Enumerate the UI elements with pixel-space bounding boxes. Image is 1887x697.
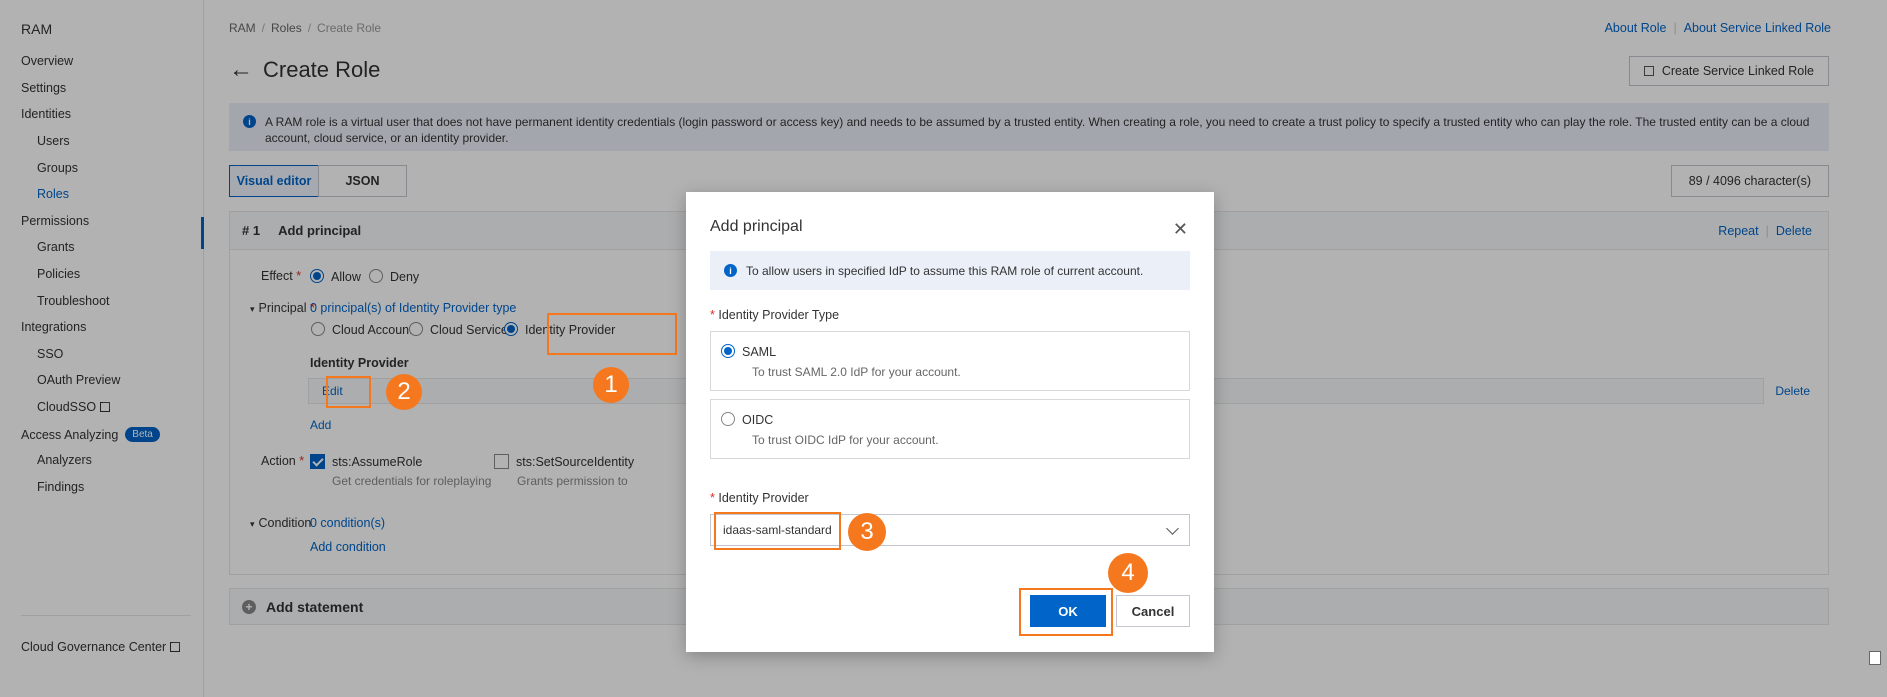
identity-provider-label: * Identity Provider xyxy=(710,491,809,505)
modal-title: Add principal xyxy=(710,218,803,235)
step-badge-3: 3 xyxy=(848,513,886,551)
modal-notice-text: To allow users in specified IdP to assum… xyxy=(746,263,1144,278)
chevron-down-icon xyxy=(1166,522,1179,535)
step-badge-2: 2 xyxy=(386,374,422,410)
highlight-idp-select xyxy=(714,512,841,550)
radio-icon xyxy=(721,412,735,426)
step-badge-1: 1 xyxy=(593,367,629,403)
document-icon[interactable] xyxy=(1869,651,1881,665)
highlight-identity-provider xyxy=(547,313,677,355)
highlight-ok xyxy=(1019,588,1113,636)
saml-desc: To trust SAML 2.0 IdP for your account. xyxy=(752,365,961,379)
highlight-edit xyxy=(326,376,371,408)
idp-type-label: * Identity Provider Type xyxy=(710,308,840,322)
idp-type-oidc-option[interactable]: OIDC To trust OIDC IdP for your account. xyxy=(710,399,1190,459)
close-icon[interactable]: ✕ xyxy=(1173,220,1188,238)
saml-title: SAML xyxy=(742,345,777,359)
radio-selected-icon xyxy=(721,344,735,358)
modal-notice: i To allow users in specified IdP to ass… xyxy=(710,251,1190,290)
step-badge-4: 4 xyxy=(1108,553,1148,593)
info-icon: i xyxy=(724,264,737,277)
oidc-title: OIDC xyxy=(742,413,774,427)
oidc-desc: To trust OIDC IdP for your account. xyxy=(752,433,939,447)
cancel-button[interactable]: Cancel xyxy=(1116,595,1190,627)
idp-type-saml-option[interactable]: SAML To trust SAML 2.0 IdP for your acco… xyxy=(710,331,1190,391)
